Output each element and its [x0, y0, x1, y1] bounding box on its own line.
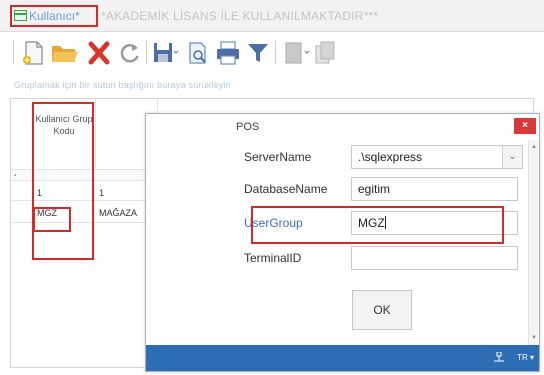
server-name-value: .\sqlexpress — [358, 150, 423, 164]
save-icon[interactable] — [151, 40, 179, 66]
cell-group-name: MAĞAZA — [99, 208, 138, 218]
terminal-id-field[interactable] — [351, 246, 518, 270]
columns-icon[interactable] — [282, 40, 310, 66]
ok-button[interactable]: OK — [352, 290, 412, 330]
database-name-label: DatabaseName — [244, 182, 328, 196]
toolbar — [0, 33, 544, 71]
dialog-status-bar: TR ▾ — [146, 345, 539, 371]
dialog-titlebar: POS × — [146, 114, 539, 140]
dialog-scrollbar[interactable]: ▲ ▼ — [528, 140, 539, 345]
print-icon[interactable] — [214, 40, 242, 66]
highlight-title — [10, 5, 98, 27]
toolbar-separator — [13, 40, 14, 64]
filter-icon[interactable] — [244, 40, 272, 66]
filter-row-icon: ꞏ — [14, 171, 17, 180]
highlight-user-group — [251, 206, 504, 244]
print-preview-icon[interactable] — [185, 40, 213, 66]
language-indicator[interactable]: TR ▾ — [517, 353, 534, 362]
group-by-hint: Gruplamak için bir sütun başlığını buray… — [14, 80, 231, 90]
database-name-value: egitim — [358, 182, 391, 196]
new-document-icon[interactable] — [20, 40, 48, 66]
network-icon[interactable] — [493, 351, 505, 365]
column-divider — [95, 99, 96, 169]
dialog-title: POS — [236, 121, 260, 133]
toolbar-separator — [146, 40, 147, 64]
toolbar-separator — [275, 40, 276, 64]
terminal-id-label: TerminalID — [244, 251, 302, 265]
server-name-label: ServerName — [244, 150, 312, 164]
chevron-down-icon[interactable]: ⌄ — [502, 146, 522, 168]
copy-icon[interactable] — [312, 40, 340, 66]
server-name-combo[interactable]: .\sqlexpress ⌄ — [351, 145, 523, 169]
open-folder-icon[interactable] — [50, 40, 78, 66]
delete-icon[interactable] — [85, 40, 113, 66]
highlight-group-code-column — [32, 102, 94, 260]
license-notice: *AKADEMİK LİSANS İLE KULLANILMAKTADIR*** — [101, 9, 379, 23]
scroll-up-icon[interactable]: ▲ — [531, 144, 537, 150]
language-code: TR — [517, 353, 528, 362]
refresh-icon[interactable] — [116, 40, 144, 66]
cell-group-name: 1 — [99, 188, 105, 198]
database-name-field[interactable]: egitim — [351, 177, 518, 201]
scroll-down-icon[interactable]: ▼ — [531, 335, 537, 341]
highlight-mgz-cell — [33, 207, 71, 232]
close-button[interactable]: × — [514, 118, 536, 134]
